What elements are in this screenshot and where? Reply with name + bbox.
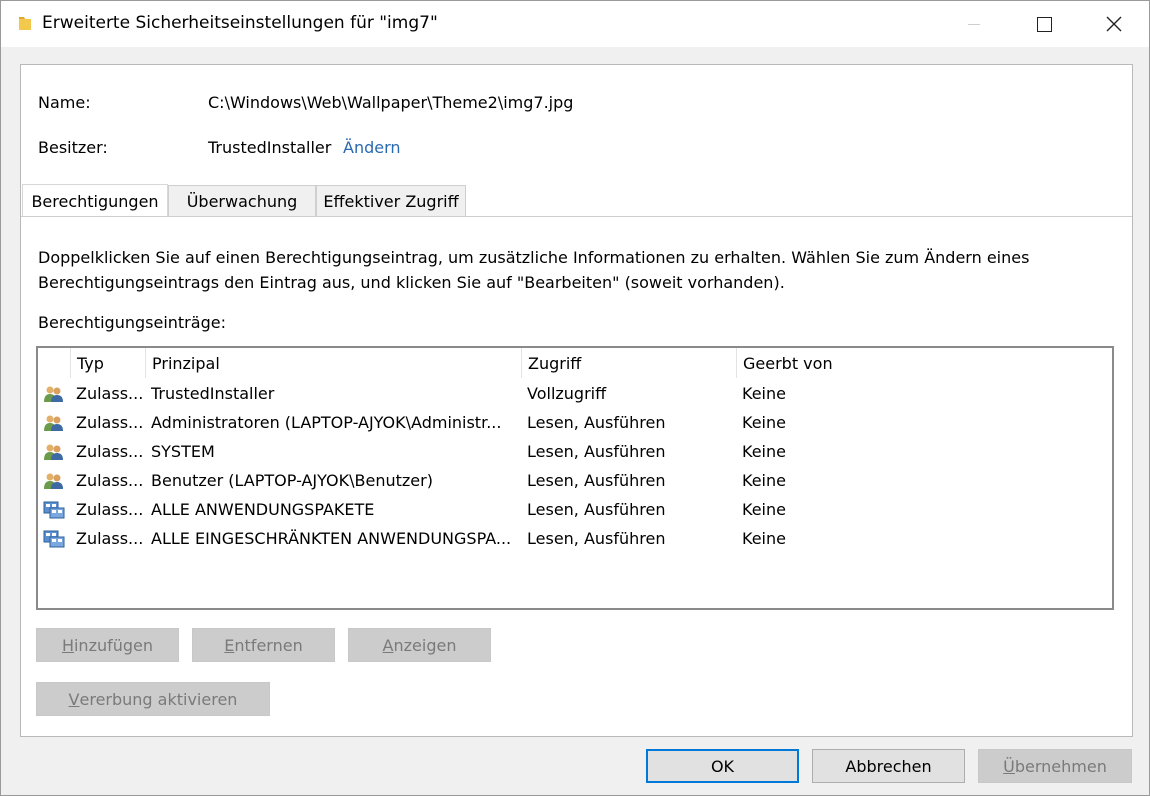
user-group-icon (44, 415, 63, 431)
table-row[interactable]: Zulass... Administratoren (LAPTOP-AJYOK\… (38, 408, 1112, 437)
owner-value: TrustedInstaller (208, 138, 332, 157)
permission-entries-list[interactable]: Typ Prinzipal Zugriff Geerbt von Zulass.… (36, 346, 1114, 610)
folder-icon (19, 17, 31, 30)
cell-principal: TrustedInstaller (151, 384, 275, 403)
app-package-icon (43, 530, 65, 548)
view-button-mnemonic: A (382, 635, 394, 655)
apply-button-label: bernehmen (1014, 756, 1107, 776)
enable-inheritance-button-label: ererbung aktivieren (79, 689, 238, 709)
change-owner-link-text: Ändern (343, 138, 401, 157)
app-package-icon (43, 501, 65, 519)
ok-button[interactable]: OK (646, 749, 799, 783)
cell-type: Zulass... (76, 384, 144, 403)
user-group-icon (44, 386, 63, 402)
remove-button[interactable]: Entfernen (192, 628, 335, 662)
cell-inherited: Keine (742, 442, 786, 461)
add-button-label: inzufügen (73, 635, 154, 655)
ok-button-label: OK (710, 756, 735, 776)
cell-inherited: Keine (742, 500, 786, 519)
view-button-label: nzeigen (393, 635, 457, 655)
table-row[interactable]: Zulass... Benutzer (LAPTOP-AJYOK\Benutze… (38, 466, 1112, 495)
column-header-principal-label: Prinzipal (152, 353, 220, 373)
name-label: Name: (38, 93, 91, 112)
cell-principal: Administratoren (LAPTOP-AJYOK\Administr.… (151, 413, 502, 432)
tab-effective-access[interactable]: Effektiver Zugriff (316, 185, 466, 217)
cell-principal: ALLE EINGESCHRÄNKTEN ANWENDUNGSPA... (151, 529, 512, 548)
table-row[interactable]: Zulass... ALLE EINGESCHRÄNKTEN ANWENDUNG… (38, 524, 1112, 553)
cell-inherited: Keine (742, 529, 786, 548)
column-header-type-label: Typ (77, 353, 104, 373)
title-bar[interactable]: Erweiterte Sicherheitseinstellungen für … (1, 1, 1149, 47)
column-header-access[interactable]: Zugriff (521, 348, 736, 378)
user-group-icon (44, 473, 63, 489)
minimize-icon (968, 23, 980, 25)
cell-access: Lesen, Ausführen (527, 471, 666, 490)
table-row[interactable]: Zulass... ALLE ANWENDUNGSPAKETE Lesen, A… (38, 495, 1112, 524)
view-button[interactable]: Anzeigen (348, 628, 491, 662)
cell-access: Lesen, Ausführen (527, 442, 666, 461)
cell-principal: Benutzer (LAPTOP-AJYOK\Benutzer) (151, 471, 433, 490)
column-header-principal[interactable]: Prinzipal (145, 348, 521, 378)
cell-principal: SYSTEM (151, 442, 215, 461)
cell-access: Lesen, Ausführen (527, 413, 666, 432)
add-button[interactable]: Hinzufügen (36, 628, 179, 662)
cell-inherited: Keine (742, 384, 786, 403)
tab-auditing[interactable]: Überwachung (168, 185, 316, 217)
remove-button-label: ntfernen (234, 635, 303, 655)
column-header-access-label: Zugriff (528, 353, 582, 373)
cancel-button[interactable]: Abbrechen (812, 749, 965, 783)
tab-permissions[interactable]: Berechtigungen (22, 184, 168, 217)
tab-permissions-label: Berechtigungen (31, 191, 159, 211)
minimize-button[interactable] (939, 1, 1009, 47)
cell-principal: ALLE ANWENDUNGSPAKETE (151, 500, 375, 519)
change-owner-link[interactable]: Ändern (343, 138, 401, 157)
enable-inheritance-button-mnemonic: V (68, 689, 80, 709)
column-header-icon[interactable] (38, 348, 70, 378)
cell-type: Zulass... (76, 442, 144, 461)
permission-entries-label: Berechtigungseinträge: (38, 313, 226, 332)
column-header-inherited-label: Geerbt von (743, 353, 833, 373)
cell-type: Zulass... (76, 500, 144, 519)
owner-label: Besitzer: (38, 138, 108, 157)
cell-type: Zulass... (76, 413, 144, 432)
name-value: C:\Windows\Web\Wallpaper\Theme2\img7.jpg (208, 93, 574, 112)
close-icon (1106, 16, 1122, 32)
table-row[interactable]: Zulass... TrustedInstaller Vollzugriff K… (38, 379, 1112, 408)
maximize-button[interactable] (1009, 1, 1079, 47)
remove-button-mnemonic: E (224, 635, 235, 655)
description-line-2: Berechtigungseintrags den Eintrag aus, u… (38, 273, 785, 292)
enable-inheritance-button[interactable]: Vererbung aktivieren (36, 682, 270, 716)
cell-access: Vollzugriff (527, 384, 607, 403)
list-header: Typ Prinzipal Zugriff Geerbt von (38, 348, 1112, 378)
cell-type: Zulass... (76, 471, 144, 490)
description-text: Doppelklicken Sie auf einen Berechtigung… (38, 245, 1098, 295)
tab-divider (21, 216, 1132, 217)
column-header-inherited[interactable]: Geerbt von (736, 348, 1112, 378)
apply-button[interactable]: Übernehmen (978, 749, 1132, 783)
add-button-mnemonic: H (61, 635, 74, 655)
cell-inherited: Keine (742, 413, 786, 432)
description-line-1: Doppelklicken Sie auf einen Berechtigung… (38, 248, 1030, 267)
table-row[interactable]: Zulass... SYSTEM Lesen, Ausführen Keine (38, 437, 1112, 466)
apply-button-mnemonic: Ü (1003, 756, 1015, 776)
main-panel: Name: C:\Windows\Web\Wallpaper\Theme2\im… (20, 64, 1133, 737)
cancel-button-label: Abbrechen (845, 756, 932, 776)
maximize-icon (1036, 16, 1052, 32)
close-button[interactable] (1079, 1, 1149, 47)
cell-inherited: Keine (742, 471, 786, 490)
security-settings-dialog: Erweiterte Sicherheitseinstellungen für … (0, 0, 1150, 796)
column-header-type[interactable]: Typ (70, 348, 145, 378)
cell-access: Lesen, Ausführen (527, 500, 666, 519)
user-group-icon (44, 444, 63, 460)
cell-type: Zulass... (76, 529, 144, 548)
window-title: Erweiterte Sicherheitseinstellungen für … (42, 13, 438, 33)
cell-access: Lesen, Ausführen (527, 529, 666, 548)
tab-effective-access-label: Effektiver Zugriff (323, 192, 459, 211)
tab-auditing-label: Überwachung (186, 192, 298, 211)
